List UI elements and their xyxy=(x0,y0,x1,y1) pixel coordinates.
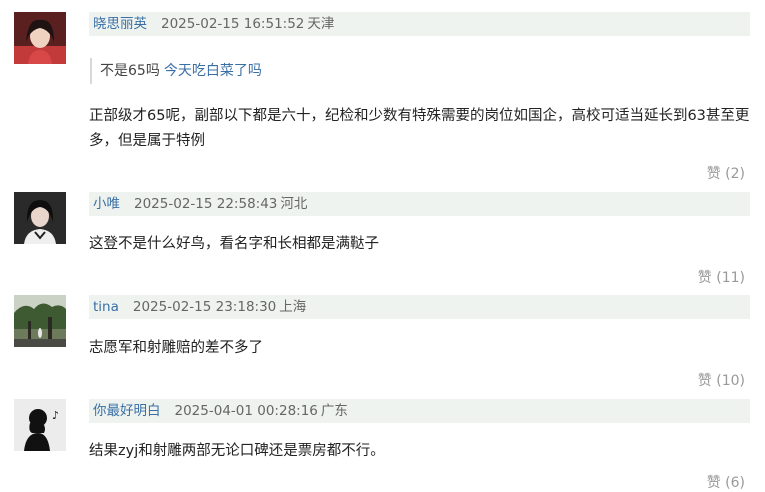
comment-text: 这登不是什么好鸟，看名字和长相都是满鞑子 xyxy=(89,236,379,252)
comment-meta-bar: tina 2025-02-15 23:18:30 上海 xyxy=(89,295,750,319)
user-avatar[interactable] xyxy=(14,295,66,347)
like-label: 赞 xyxy=(697,373,712,389)
username-link[interactable]: 晓思丽英 xyxy=(93,16,147,32)
comment-text: 志愿军和射雕赔的差不多了 xyxy=(89,340,263,356)
like-count: (2) xyxy=(725,166,745,182)
user-avatar[interactable] xyxy=(14,12,66,64)
like-button[interactable]: 赞 (10) xyxy=(698,370,745,390)
quoted-text: 不是65吗 xyxy=(100,63,160,79)
comment-text: 结果zyj和射雕两部无论口碑还是票房都不行。 xyxy=(89,443,385,459)
like-button[interactable]: 赞 (6) xyxy=(707,472,745,492)
like-count: (6) xyxy=(725,475,745,491)
comment-text: 正部级才65呢，副部以下都是六十，纪检和少数有特殊需要的岗位如国企，高校可适当延… xyxy=(89,108,750,149)
comment-timestamp: 2025-04-01 00:28:16 xyxy=(174,403,318,419)
comment-location: 广东 xyxy=(320,403,348,419)
username-link[interactable]: 你最好明白 xyxy=(93,403,161,419)
comment-timestamp: 2025-02-15 23:18:30 xyxy=(132,299,277,315)
comment-location: 河北 xyxy=(280,196,308,212)
quoted-username-link[interactable]: 今天吃白菜了吗 xyxy=(164,63,262,79)
like-label: 赞 xyxy=(697,270,712,286)
like-label: 赞 xyxy=(706,475,721,491)
username-link[interactable]: 小唯 xyxy=(93,196,120,212)
comment-meta-bar: 小唯 2025-02-15 22:58:43 河北 xyxy=(89,192,750,216)
like-count: (11) xyxy=(716,270,745,286)
like-count: (10) xyxy=(716,373,745,389)
comment-meta-bar: 晓思丽英 2025-02-15 16:51:52 天津 xyxy=(89,12,750,36)
like-button[interactable]: 赞 (11) xyxy=(698,267,745,287)
svg-text:♪: ♪ xyxy=(52,409,59,422)
like-label: 赞 xyxy=(706,166,721,182)
comment-meta-bar: 你最好明白 2025-04-01 00:28:16 广东 xyxy=(89,399,750,423)
comment-location: 上海 xyxy=(279,299,307,315)
user-avatar[interactable]: ♪ xyxy=(14,399,66,451)
like-button[interactable]: 赞 (2) xyxy=(707,163,745,183)
quoted-reply: 不是65吗 今天吃白菜了吗 xyxy=(90,58,600,84)
comment-timestamp: 2025-02-15 22:58:43 xyxy=(134,196,278,212)
username-link[interactable]: tina xyxy=(93,299,119,315)
user-avatar[interactable] xyxy=(14,192,66,244)
comment-location: 天津 xyxy=(307,16,335,32)
comment-timestamp: 2025-02-15 16:51:52 xyxy=(161,16,305,32)
